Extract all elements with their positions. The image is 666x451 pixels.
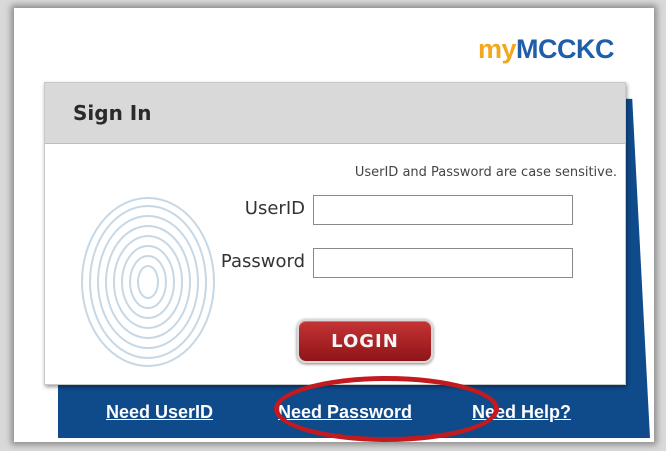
case-sensitive-note: UserID and Password are case sensitive. [354,165,617,180]
userid-label: UserID [244,198,305,219]
password-label: Password [220,251,305,272]
logo-brand: MCCKC [516,34,615,64]
mymcckc-logo: myMCCKC [477,34,615,65]
password-input[interactable] [313,248,573,278]
need-userid-link[interactable]: Need UserID [106,402,213,423]
userid-input[interactable] [313,195,573,225]
signin-card: Sign In UserID and Password are case sen… [44,82,626,385]
signin-title: Sign In [45,83,625,144]
screenshot-frame: myMCCKC Sign In UserID and Password are … [14,8,654,442]
login-button[interactable]: LOGIN [297,319,433,363]
logo-prefix: my [477,34,517,64]
highlight-ellipse [274,376,499,442]
